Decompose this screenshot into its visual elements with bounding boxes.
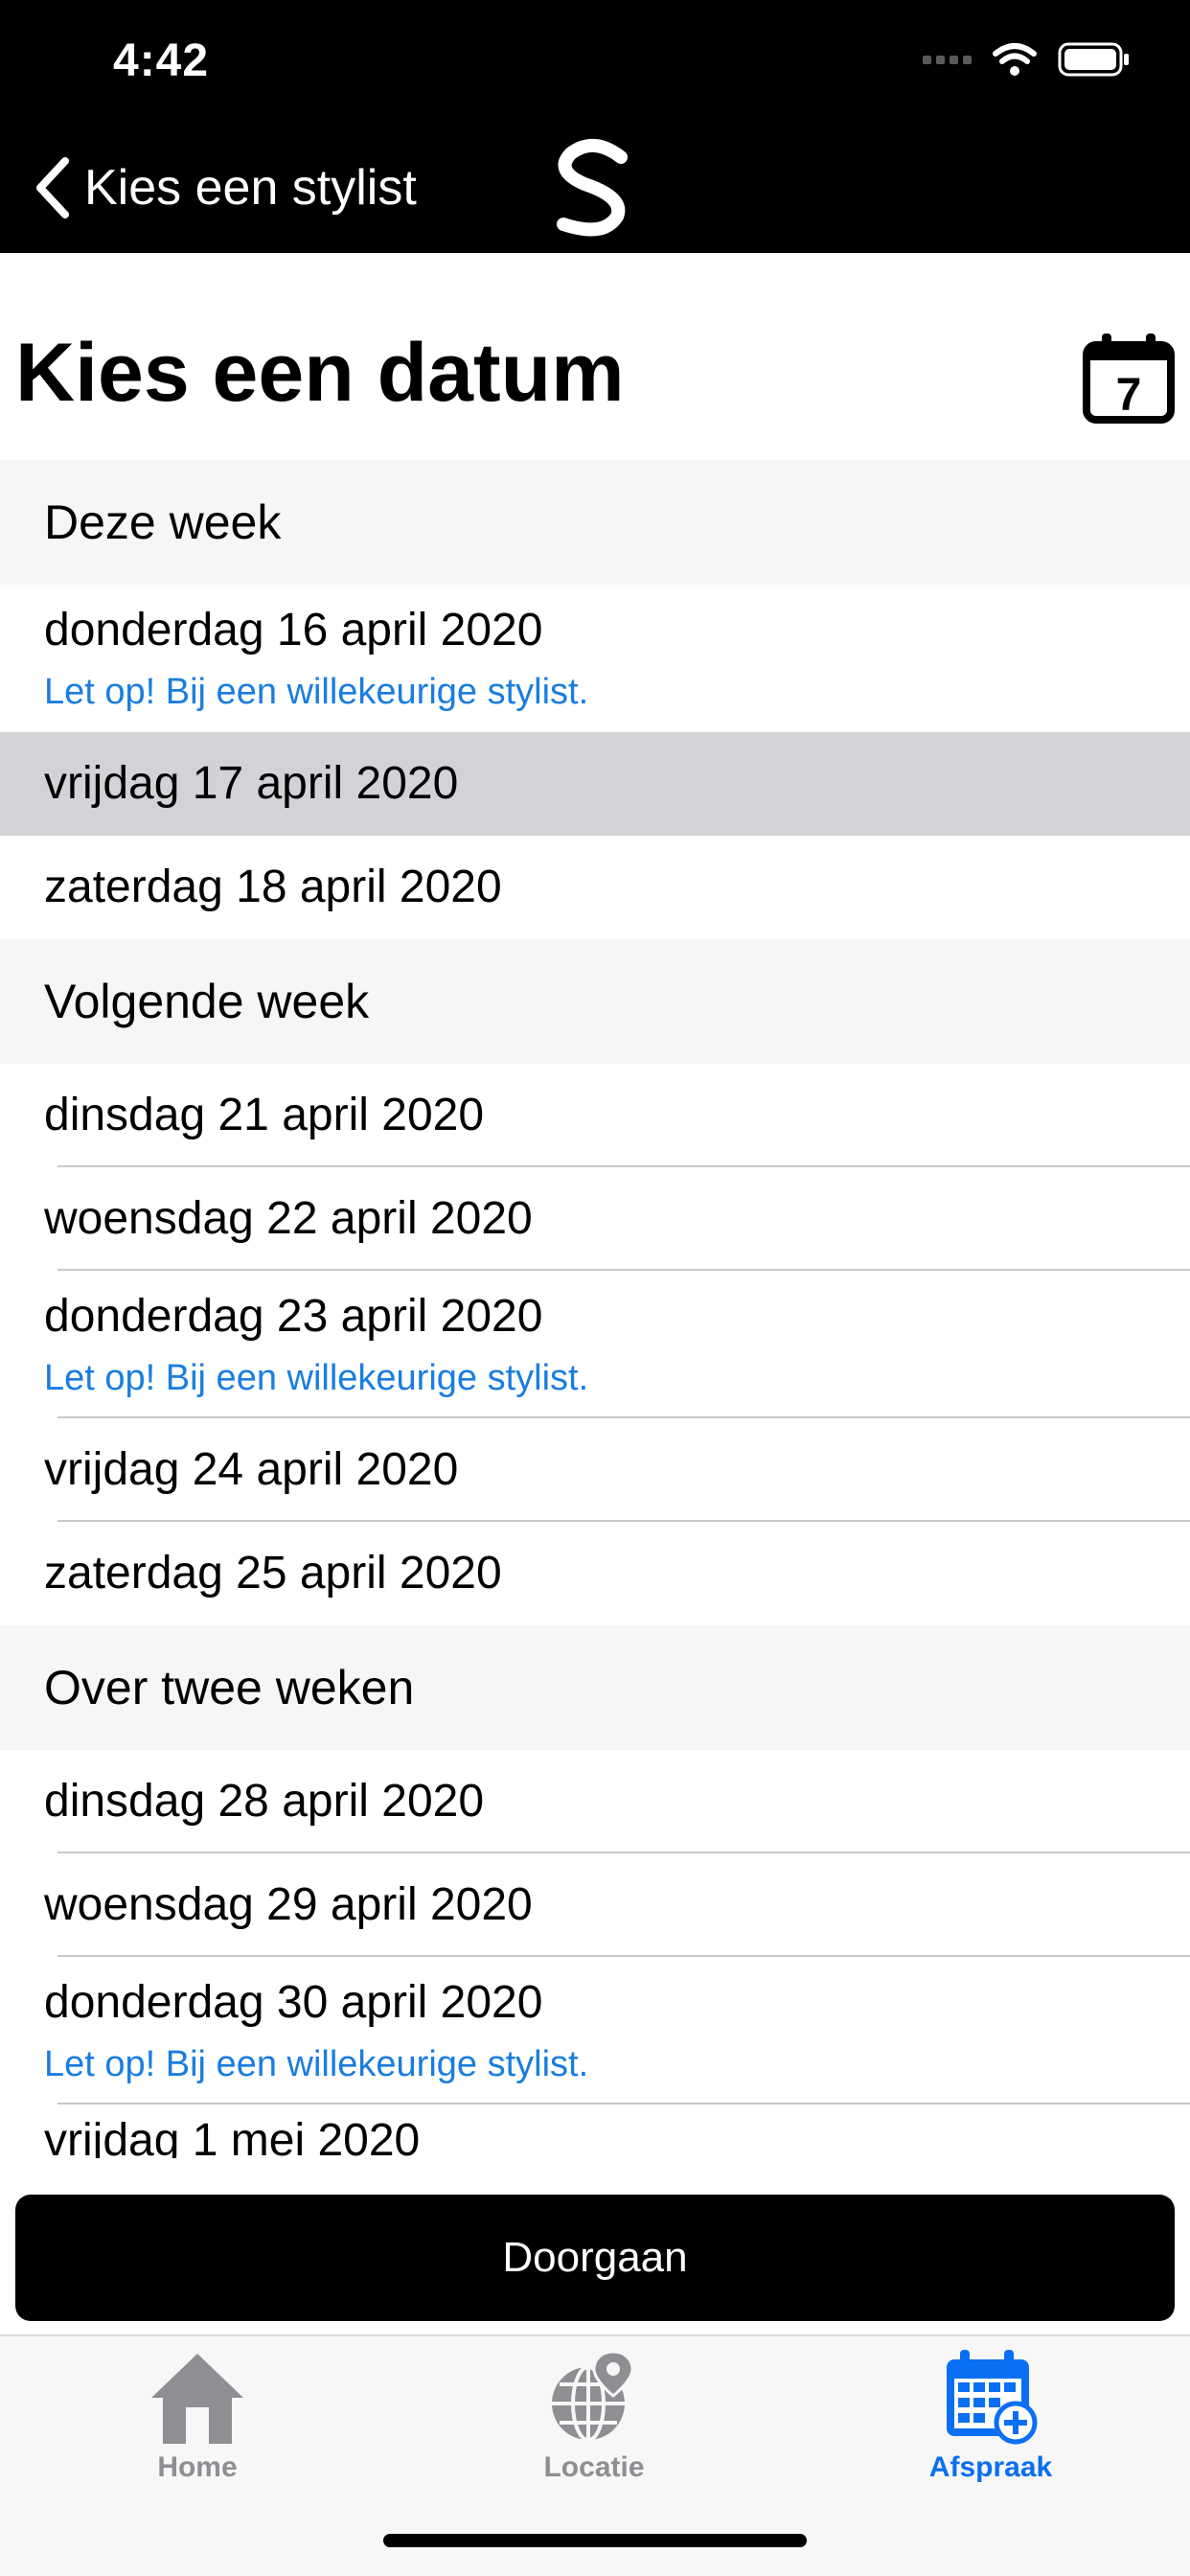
section-header-volgende-week: Volgende week: [0, 939, 1190, 1064]
back-button[interactable]: Kies een stylist: [33, 157, 417, 218]
status-icons: [923, 42, 1131, 77]
top-bar: 4:42 Kies een stylist: [0, 0, 1190, 253]
tab-afspraak-label: Afspraak: [928, 2451, 1053, 2483]
date-list[interactable]: Deze week donderdag 16 april 2020 Let op…: [0, 460, 1190, 2158]
date-row-1-mei[interactable]: vrijdag 1 mei 2020: [0, 2104, 1190, 2158]
calendar-icon-day: 7: [1116, 370, 1142, 421]
date-row-16-april[interactable]: donderdag 16 april 2020 Let op! Bij een …: [0, 585, 1190, 732]
status-time: 4:42: [113, 35, 210, 86]
date-row-30-april[interactable]: donderdag 30 april 2020 Let op! Bij een …: [0, 1957, 1190, 2104]
date-row-22-april[interactable]: woensdag 22 april 2020: [0, 1167, 1190, 1271]
section-header-over-twee-weken: Over twee weken: [0, 1625, 1190, 1750]
date-row-28-april[interactable]: dinsdag 28 april 2020: [0, 1750, 1190, 1853]
date-row-29-april[interactable]: woensdag 29 april 2020: [0, 1853, 1190, 1957]
date-label: donderdag 30 april 2020: [44, 1977, 543, 2028]
date-label: zaterdag 25 april 2020: [44, 1548, 502, 1598]
chevron-left-icon: [36, 157, 69, 218]
date-label: vrijdag 17 april 2020: [44, 758, 459, 809]
tab-home-label: Home: [157, 2451, 238, 2483]
date-label: woensdag 29 april 2020: [44, 1879, 533, 1930]
section-header-deze-week: Deze week: [0, 460, 1190, 585]
date-row-21-april[interactable]: dinsdag 21 april 2020: [0, 1064, 1190, 1167]
home-icon: [151, 2354, 243, 2444]
battery-icon: [1058, 42, 1129, 77]
date-label: dinsdag 21 april 2020: [44, 1090, 485, 1140]
tab-locatie[interactable]: Locatie: [498, 2348, 690, 2492]
cellular-signal-icon: [923, 55, 972, 64]
random-stylist-note: Let op! Bij een willekeurige stylist.: [44, 2044, 589, 2084]
wifi-icon: [993, 43, 1037, 76]
date-label: vrijdag 1 mei 2020: [44, 2115, 421, 2158]
calendar-add-icon: [947, 2350, 1038, 2445]
date-label: woensdag 22 april 2020: [44, 1193, 533, 1244]
date-label: donderdag 16 april 2020: [44, 605, 543, 656]
date-row-17-april[interactable]: vrijdag 17 april 2020: [0, 732, 1190, 836]
date-row-23-april[interactable]: donderdag 23 april 2020 Let op! Bij een …: [0, 1271, 1190, 1418]
continue-button[interactable]: Doorgaan: [15, 2195, 1175, 2321]
calendar-icon[interactable]: 7: [1081, 330, 1177, 426]
globe-location-icon: [552, 2350, 634, 2442]
date-label: zaterdag 18 april 2020: [44, 862, 502, 912]
date-label: donderdag 23 april 2020: [44, 1291, 543, 1342]
home-indicator: [383, 2534, 807, 2547]
tab-afspraak[interactable]: Afspraak: [895, 2348, 1087, 2492]
back-button-label: Kies een stylist: [84, 160, 417, 216]
page-title: Kies een datum: [15, 327, 625, 419]
brand-logo-icon: [557, 139, 628, 237]
date-row-25-april[interactable]: zaterdag 25 april 2020: [0, 1522, 1190, 1625]
date-row-24-april[interactable]: vrijdag 24 april 2020: [0, 1418, 1190, 1522]
date-label: dinsdag 28 april 2020: [44, 1776, 485, 1827]
random-stylist-note: Let op! Bij een willekeurige stylist.: [44, 1358, 589, 1398]
date-row-18-april[interactable]: zaterdag 18 april 2020: [0, 836, 1190, 939]
date-label: vrijdag 24 april 2020: [44, 1444, 459, 1495]
tab-home[interactable]: Home: [102, 2348, 293, 2492]
random-stylist-note: Let op! Bij een willekeurige stylist.: [44, 672, 589, 712]
tab-locatie-label: Locatie: [543, 2451, 645, 2483]
